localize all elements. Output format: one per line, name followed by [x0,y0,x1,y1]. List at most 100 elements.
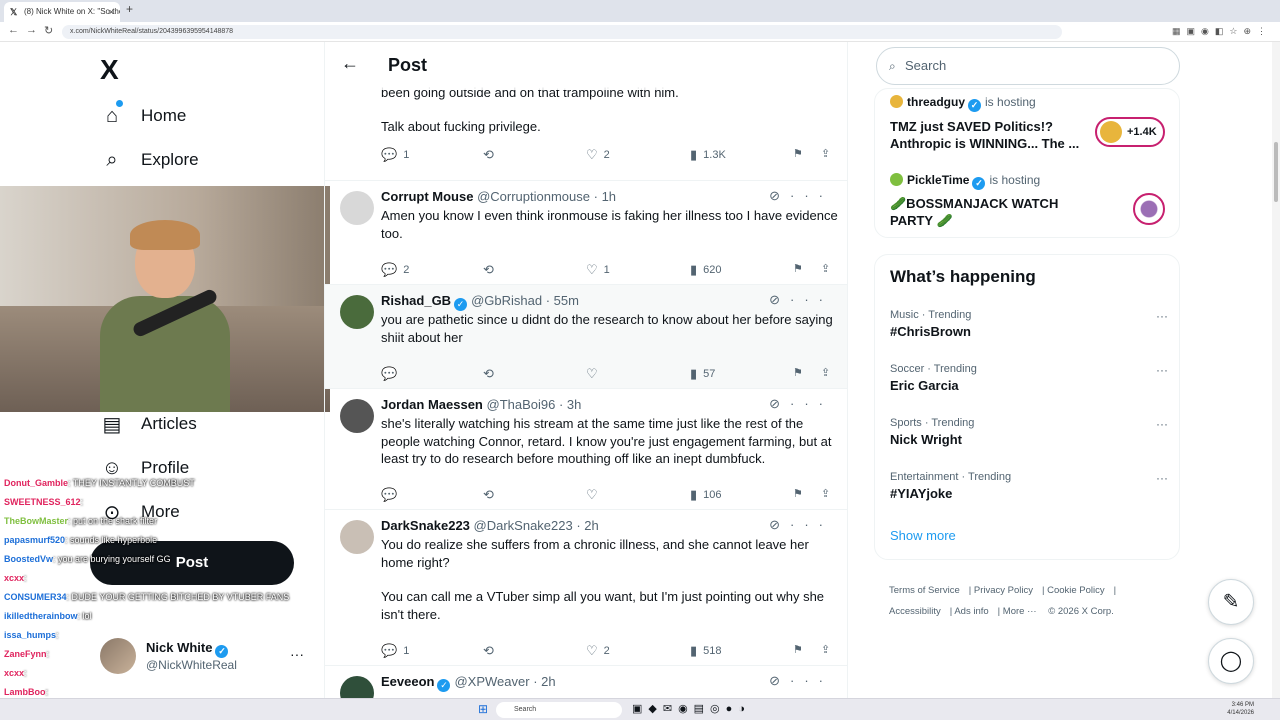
grok-icon[interactable]: ⊘ [769,396,790,411]
author-name[interactable]: Jordan Maessen [381,397,483,412]
messages-button[interactable]: ◯ [1208,638,1254,684]
extension-icons[interactable]: ▦▣◉◧☆⊕⋮ [1172,26,1272,37]
author-name[interactable]: Eeveeon [381,674,434,689]
share-icon[interactable]: ⇪ [821,262,830,275]
new-tab-button[interactable]: + [126,2,133,16]
reply-tweet[interactable]: Rishad_GB ✓ @GbRishad · 55m ⊘··· you are pat… [325,284,847,388]
more-options-icon[interactable]: ··· [790,396,833,411]
views-button[interactable]: ▮ 620 [690,262,722,278]
nav-explore[interactable]: ⌕ Explore [100,145,198,175]
views-button[interactable]: ▮ 518 [690,643,722,659]
author-handle[interactable]: @GbRishad [471,293,542,308]
author-handle[interactable]: @Corruptionmouse [477,189,590,204]
like-button[interactable]: ♡ [586,366,604,382]
footer-link[interactable]: Ads info [954,606,988,617]
reply-button[interactable]: 💬 2 [381,262,409,278]
reply-button[interactable]: 💬 [381,487,403,503]
more-options-icon[interactable]: ··· [790,517,833,532]
avatar[interactable] [340,295,374,329]
trend-item[interactable]: Music · Trending #ChrisBrown ··· [890,309,1170,339]
grok-icon[interactable]: ⊘ [769,517,790,532]
bookmark-icon[interactable]: ⚑ [793,147,803,160]
repost-button[interactable]: ⟲ [483,487,500,503]
taskbar-search[interactable]: Search [496,702,622,718]
trend-item[interactable]: Entertainment · Trending #YIAYjoke ··· [890,471,1170,501]
views-button[interactable]: ▮ 1.3K [690,147,726,163]
space-host[interactable]: PickleTime ✓ is hosting [890,173,1040,190]
timestamp[interactable]: · 55m [546,293,579,308]
footer-link[interactable]: More ··· [1003,606,1037,617]
compose-post-button[interactable]: ✎ [1208,579,1254,625]
reply-button[interactable]: 💬 1 [381,147,409,163]
author-name[interactable]: DarkSnake223 [381,518,470,533]
reply-tweet[interactable]: Corrupt Mouse @Corruptionmouse · 1h ⊘··· A… [325,180,847,284]
avatar[interactable] [340,676,374,698]
more-options-icon[interactable]: ··· [1156,471,1168,485]
show-more-link[interactable]: Show more [890,528,956,543]
reply-tweet[interactable]: Eeveeon ✓ @XPWeaver · 2h ⊘··· [325,665,847,698]
nav-home[interactable]: ⌂ Home [100,101,186,131]
search-input[interactable]: ⌕ Search [876,47,1180,85]
reply-button[interactable]: 💬 1 [381,643,409,659]
bookmark-icon[interactable]: ⚑ [793,643,803,656]
reply-tweet[interactable]: DarkSnake223 @DarkSnake223 · 2h ⊘··· You d… [325,509,847,665]
back-arrow-icon[interactable]: ← [8,24,19,36]
trend-item[interactable]: Soccer · Trending Eric Garcia ··· [890,363,1170,393]
share-icon[interactable]: ⇪ [821,487,830,500]
views-button[interactable]: ▮ 57 [690,366,715,382]
bookmark-icon[interactable]: ⚑ [793,366,803,379]
author-name[interactable]: Corrupt Mouse [381,189,473,204]
timestamp[interactable]: · 3h [559,397,581,412]
more-options-icon[interactable]: ··· [1156,417,1168,431]
timestamp[interactable]: · 1h [594,189,616,204]
like-button[interactable]: ♡ [586,487,604,503]
author-handle[interactable]: @ThaBoi96 [487,397,556,412]
back-arrow-icon[interactable]: ← [341,53,359,74]
reply-button[interactable]: 💬 [381,366,403,382]
author-name[interactable]: Rishad_GB [381,293,451,308]
space-title[interactable]: 🥒BOSSMANJACK WATCH PARTY 🥒 [890,195,1090,229]
address-bar[interactable]: x.com/NickWhiteReal/status/2043996395954… [62,25,1062,39]
forward-arrow-icon[interactable]: → [26,24,37,36]
footer-link[interactable]: Cookie Policy [1047,585,1105,596]
scrollbar-thumb[interactable] [1274,142,1278,202]
author-handle[interactable]: @DarkSnake223 [474,518,573,533]
space-listeners-pill[interactable]: +1.4K [1095,117,1165,147]
repost-button[interactable]: ⟲ [483,147,500,163]
like-button[interactable]: ♡ 2 [586,643,610,659]
taskbar-app-icons[interactable]: ▣◆✉◉▤◎●◑ [632,702,751,715]
reload-icon[interactable]: ↻ [44,24,53,37]
trend-item[interactable]: Sports · Trending Nick Wright ··· [890,417,1170,447]
share-icon[interactable]: ⇪ [821,147,830,160]
live-avatar-ring[interactable] [1133,193,1165,225]
space-title[interactable]: TMZ just SAVED Politics!? Anthropic is W… [890,118,1090,152]
space-host[interactable]: threadguy ✓ is hosting [890,95,1036,112]
views-button[interactable]: ▮ 106 [690,487,722,503]
scrollbar[interactable] [1272,42,1280,698]
author-handle[interactable]: @XPWeaver [454,674,529,689]
bookmark-icon[interactable]: ⚑ [793,487,803,500]
more-options-icon[interactable]: ··· [790,188,833,203]
avatar[interactable] [340,399,374,433]
footer-link[interactable]: Terms of Service [889,585,960,596]
like-button[interactable]: ♡ 2 [586,147,610,163]
share-icon[interactable]: ⇪ [821,643,830,656]
x-logo-icon[interactable]: X [100,54,119,86]
browser-tab[interactable]: 𝕏 (8) Nick White on X: "So there × [4,2,120,22]
footer-link[interactable]: Privacy Policy [974,585,1033,596]
reply-tweet[interactable]: Jordan Maessen @ThaBoi96 · 3h ⊘··· she's l… [325,388,847,509]
close-icon[interactable]: × [109,2,114,22]
nav-articles[interactable]: ▤ Articles [100,409,197,439]
more-options-icon[interactable]: ··· [1156,363,1168,377]
bookmark-icon[interactable]: ⚑ [793,262,803,275]
more-options-icon[interactable]: ··· [790,673,833,688]
grok-icon[interactable]: ⊘ [769,673,790,688]
repost-button[interactable]: ⟲ [483,262,500,278]
repost-button[interactable]: ⟲ [483,366,500,382]
system-clock[interactable]: 3:46 PM 4/14/2026 [1227,701,1254,717]
grok-icon[interactable]: ⊘ [769,188,790,203]
grok-icon[interactable]: ⊘ [769,292,790,307]
more-options-icon[interactable]: ··· [790,292,833,307]
avatar[interactable] [340,191,374,225]
repost-button[interactable]: ⟲ [483,643,500,659]
